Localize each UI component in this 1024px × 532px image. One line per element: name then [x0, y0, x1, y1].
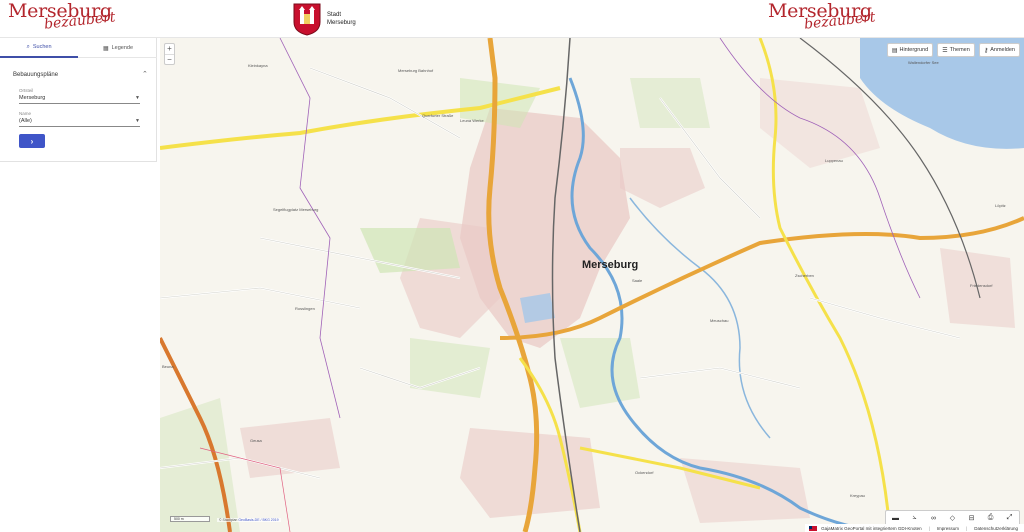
name-select[interactable]: Name (Alle) ▼: [19, 111, 140, 127]
tab-suchen-label: Suchen: [32, 44, 52, 50]
map-label: Löpitz: [995, 203, 1006, 208]
footer-imprint-link[interactable]: Impressum: [937, 526, 959, 531]
footer: GajaMatrix GeoPortal mit integriertem GD…: [805, 524, 1024, 532]
ortsteil-select[interactable]: Ortsteil Merseburg ▼: [19, 88, 140, 104]
footer-separator: |: [928, 525, 930, 531]
ortsteil-value: Merseburg: [19, 95, 46, 101]
attribution-link[interactable]: GeoBasis-DE / BKG 2019: [238, 518, 278, 522]
map-attribution: © Stadtplan GeoBasis-DE / BKG 2019: [217, 518, 281, 522]
ortsteil-value-row[interactable]: Merseburg ▼: [19, 95, 140, 104]
hintergrund-button[interactable]: ▤ Hintergrund: [886, 43, 934, 57]
brand-logo-right[interactable]: Merseburg bezaubert: [768, 0, 893, 38]
scale-bar: 500 m: [170, 516, 210, 522]
map-label: Segelflugplatz Merseburg: [273, 207, 319, 212]
footer-privacy-link[interactable]: Datenschutzerklärung: [974, 526, 1018, 531]
map-label: Rosslingen: [295, 306, 315, 311]
city-label-line1: Stadt: [327, 12, 342, 18]
city-label: Stadt Merseburg: [327, 11, 356, 27]
city-label-line2: Merseburg: [327, 20, 356, 26]
map-label: Merseburg Bahnhof: [398, 68, 434, 73]
caret-down-icon: ▼: [135, 95, 140, 101]
map-icon: ▤: [891, 47, 898, 54]
city-crest-icon: [293, 3, 321, 36]
chevron-up-icon[interactable]: ⌃: [142, 70, 148, 78]
map-label: Friedensdorf: [970, 283, 993, 288]
sidebar-tabs: ⌕ Suchen ▦ Legende: [0, 38, 157, 58]
map-label: Ockendorf: [635, 470, 654, 475]
map-label: Wallendorfer See: [908, 60, 939, 65]
measure-angle-icon[interactable]: ⦣: [905, 511, 924, 525]
name-value-row[interactable]: (Alle) ▼: [19, 118, 140, 127]
map-graphic: [160, 38, 1024, 532]
themen-button[interactable]: ☰ Themen: [937, 43, 975, 57]
legend-icon: ▦: [102, 45, 109, 52]
map-label: Kleinkayna: [248, 63, 268, 68]
chevron-right-icon: ›: [30, 136, 34, 146]
route-icon[interactable]: ∞: [924, 511, 943, 525]
brand-logo-left[interactable]: Merseburg bezaubert: [8, 0, 133, 38]
map-label: Beuna: [162, 364, 174, 369]
map-label: Kreypau: [850, 493, 865, 498]
search-go-button[interactable]: ›: [19, 134, 45, 148]
map-label: Meuschau: [710, 318, 729, 323]
attribution-text: © Stadtplan: [219, 518, 239, 522]
anmelden-label: Anmelden: [990, 47, 1015, 53]
ortsteil-label: Ortsteil: [19, 88, 34, 93]
anmelden-button[interactable]: ⚷ Anmelden: [978, 43, 1020, 57]
search-icon: ⌕: [26, 43, 30, 50]
flag-icon: [809, 525, 818, 531]
measure-line-icon[interactable]: ▬: [886, 511, 905, 525]
compare-icon[interactable]: ⊟: [962, 511, 981, 525]
footer-portal: GajaMatrix GeoPortal mit integriertem GD…: [821, 525, 922, 531]
zoom-control: + −: [164, 43, 175, 65]
hintergrund-label: Hintergrund: [899, 47, 929, 53]
zoom-in-button[interactable]: +: [165, 44, 174, 54]
map-label: Leuna Werke: [460, 118, 484, 123]
footer-separator: |: [966, 525, 968, 531]
themen-label: Themen: [949, 47, 970, 53]
map-label: Querfurter Straße: [422, 113, 454, 118]
tab-suchen[interactable]: ⌕ Suchen: [0, 38, 78, 58]
city-logo[interactable]: Stadt Merseburg: [292, 2, 382, 36]
section-title[interactable]: Bebauungspläne: [13, 72, 58, 78]
tab-legende-label: Legende: [111, 45, 134, 51]
name-value: (Alle): [19, 118, 32, 124]
map-label: Zscherben: [795, 273, 814, 278]
print-icon[interactable]: ⎙: [981, 511, 1000, 525]
map-label: Luppenau: [825, 158, 843, 163]
map-canvas[interactable]: Kleinkayna Merseburg Bahnhof Leuna Werke…: [160, 38, 1024, 532]
sidebar-panel: ⌕ Suchen ▦ Legende Bebauungspläne ⌃ Orts…: [0, 38, 157, 162]
map-label: Geusa: [250, 438, 262, 443]
key-icon: ⚷: [983, 47, 989, 54]
name-label: Name: [19, 111, 32, 116]
fullscreen-icon[interactable]: ⤢: [1000, 511, 1019, 525]
map-top-controls: ▤ Hintergrund ☰ Themen ⚷ Anmelden: [886, 43, 1020, 57]
caret-down-icon: ▼: [135, 118, 140, 124]
city-map-label: Merseburg: [582, 259, 639, 271]
map-label: Saale: [632, 278, 643, 283]
layers-icon: ☰: [942, 47, 948, 54]
header: Merseburg bezaubert Stadt Merseburg Mers…: [0, 0, 1024, 38]
scale-text: 500 m: [174, 517, 184, 521]
zoom-out-button[interactable]: −: [165, 54, 174, 64]
polygon-icon[interactable]: ◇: [943, 511, 962, 525]
tab-legende[interactable]: ▦ Legende: [79, 38, 157, 58]
